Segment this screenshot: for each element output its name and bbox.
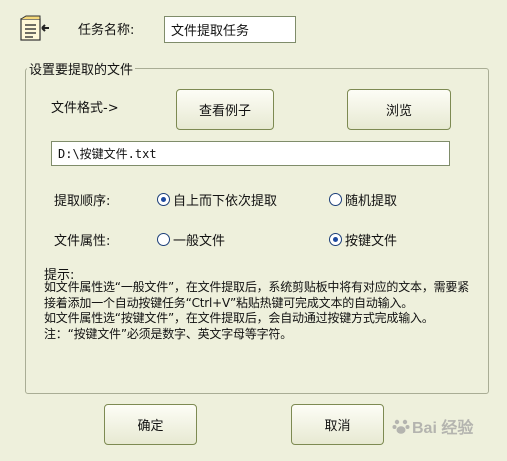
radio-key-file[interactable]: 按键文件 (329, 230, 397, 249)
radio-circle-icon (329, 233, 342, 246)
view-example-button[interactable]: 查看例子 (176, 89, 274, 130)
file-path-value: D:\按键文件.txt (58, 147, 157, 161)
ok-label: 确定 (137, 419, 164, 434)
task-name-value: 文件提取任务 (171, 24, 250, 39)
radio-circle-icon (157, 233, 170, 246)
task-list-icon (18, 15, 52, 43)
radio-random-label: 随机提取 (345, 194, 398, 209)
task-name-input[interactable]: 文件提取任务 (164, 16, 296, 43)
view-example-label: 查看例子 (198, 104, 251, 119)
cancel-label: 取消 (324, 419, 351, 434)
radio-dot-icon (161, 197, 166, 202)
file-path-input[interactable]: D:\按键文件.txt (51, 141, 450, 166)
radio-top-down[interactable]: 自上而下依次提取 (157, 190, 277, 209)
radio-top-down-label: 自上而下依次提取 (173, 194, 278, 209)
radio-key-file-label: 按键文件 (345, 234, 398, 249)
file-attribute-label: 文件属性: (54, 234, 111, 249)
paw-icon (392, 419, 410, 434)
radio-dot-icon (333, 237, 338, 242)
radio-circle-icon (157, 193, 170, 206)
group-title: 设置要提取的文件 (27, 59, 136, 78)
watermark-text: Bai 经验 (412, 420, 474, 437)
extract-order-label: 提取顺序: (54, 194, 111, 209)
radio-random[interactable]: 随机提取 (329, 190, 397, 209)
ok-button[interactable]: 确定 (104, 404, 197, 445)
file-format-label: 文件格式-> (51, 101, 119, 116)
browse-label: 浏览 (385, 104, 412, 119)
hint-text: 如文件属性选“一般文件”，在文件提取后，系统剪贴板中将有对应的文本，需要紧接着添… (44, 280, 470, 341)
task-name-label: 任务名称: (78, 23, 135, 38)
baidu-watermark: Bai 经验 (392, 414, 473, 438)
radio-normal-file-label: 一般文件 (173, 234, 226, 249)
radio-normal-file[interactable]: 一般文件 (157, 230, 225, 249)
cancel-button[interactable]: 取消 (291, 404, 384, 445)
radio-circle-icon (329, 193, 342, 206)
browse-button[interactable]: 浏览 (347, 89, 451, 130)
